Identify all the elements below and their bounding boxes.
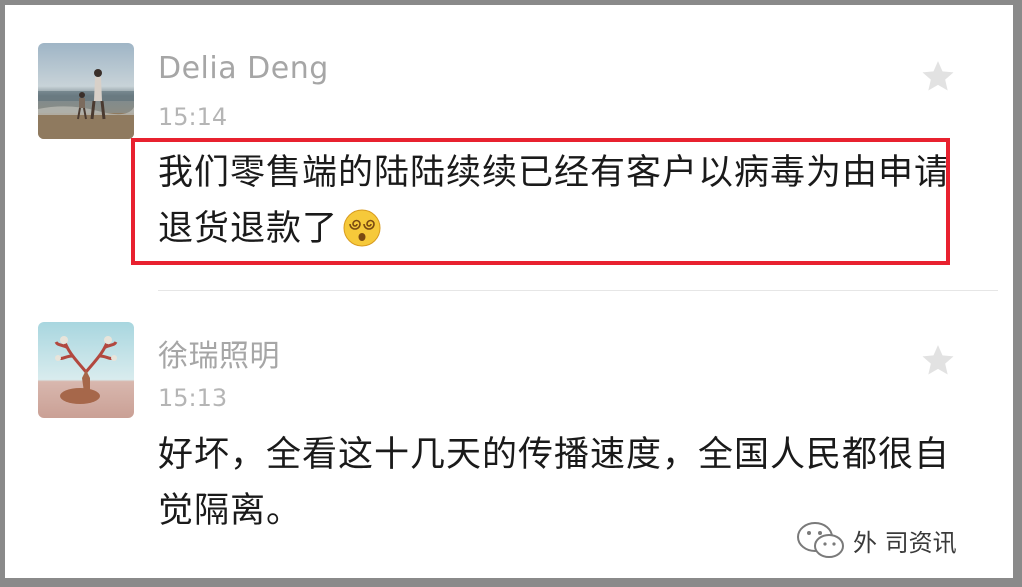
star-icon[interactable] bbox=[918, 341, 958, 381]
avatar[interactable] bbox=[38, 43, 134, 139]
highlight-box bbox=[131, 138, 950, 265]
star-icon[interactable] bbox=[918, 57, 958, 97]
author-name[interactable]: Delia Deng bbox=[158, 51, 329, 86]
deer-avatar-image bbox=[38, 322, 134, 418]
beach-avatar-image bbox=[38, 43, 134, 139]
author-name[interactable]: 徐瑞照明 bbox=[158, 331, 280, 375]
timestamp: 15:13 bbox=[158, 384, 228, 412]
timestamp: 15:14 bbox=[158, 103, 228, 131]
comment-panel: Delia Deng 15:14 我们零售端的陆陆续续已经有客户以病毒为由申请退… bbox=[5, 5, 1013, 578]
wechat-logo-icon bbox=[797, 522, 844, 558]
watermark-text: 外 司资讯 bbox=[853, 529, 957, 557]
watermark: 外 司资讯 bbox=[795, 517, 1005, 567]
avatar[interactable] bbox=[38, 322, 134, 418]
